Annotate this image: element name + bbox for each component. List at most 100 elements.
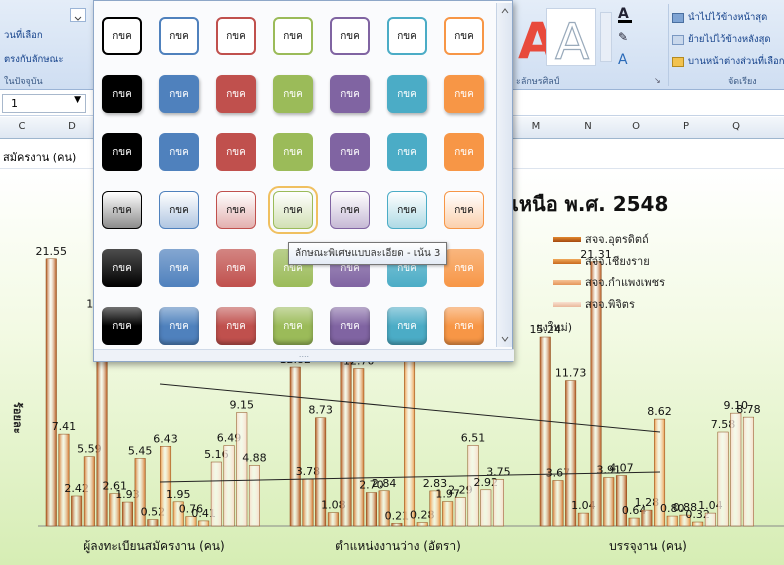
chart-title[interactable]: เหนือ พ.ศ. 2548 [512, 188, 668, 220]
swatch-label: กขค [169, 320, 189, 332]
shape-style-swatch[interactable]: กขค [268, 186, 318, 234]
shape-style-swatch[interactable]: กขค [330, 17, 370, 55]
shape-style-swatch[interactable]: กขค [216, 17, 256, 55]
wordart-gallery-scroll[interactable] [600, 12, 612, 62]
column-header-p[interactable]: P [676, 121, 696, 132]
shape-style-swatch[interactable]: กขค [273, 75, 313, 113]
shape-style-swatch[interactable]: กขค [273, 17, 313, 55]
text-outline-icon[interactable]: ✎ [618, 30, 628, 44]
name-box-dropdown-icon[interactable]: ▼ [74, 95, 81, 105]
shape-style-swatch[interactable]: กขค [444, 75, 484, 113]
swatch-label: กขค [397, 320, 417, 332]
chart-bar [628, 517, 640, 527]
shape-style-swatch[interactable]: กขค [444, 307, 484, 345]
swatch-label: กขค [283, 204, 303, 216]
shape-style-swatch[interactable]: กขค [273, 307, 313, 345]
shape-style-swatch[interactable]: กขค [216, 307, 256, 345]
chart-bar [45, 258, 57, 527]
swatch-label: กขค [283, 146, 303, 158]
chart-bar [480, 489, 492, 527]
swatch-label: กขค [226, 88, 246, 100]
dropdown-chevron-icon[interactable] [70, 8, 86, 22]
shape-style-swatch[interactable]: กขค [330, 133, 370, 171]
shape-style-swatch[interactable]: กขค [444, 191, 484, 229]
swatch-label: กขค [454, 30, 474, 42]
column-header-n[interactable]: N [578, 121, 598, 132]
swatch-label: กขค [226, 30, 246, 42]
swatch-label: กขค [169, 30, 189, 42]
chart-bar [717, 431, 729, 527]
selection-pane-button[interactable]: บานหน้าต่างส่วนที่เลือก [672, 54, 784, 69]
shape-style-swatch[interactable]: กขค [159, 133, 199, 171]
shape-style-swatch[interactable]: กขค [159, 17, 199, 55]
shape-style-swatch[interactable]: กขค [216, 249, 256, 287]
shape-style-swatch[interactable]: กขค [102, 17, 142, 55]
shape-style-swatch[interactable]: กขค [387, 307, 427, 345]
legend-item[interactable]: สจจ.พิจิตร [553, 295, 635, 313]
shape-style-swatch[interactable]: กขค [444, 17, 484, 55]
shape-style-swatch[interactable]: กขค [387, 133, 427, 171]
column-header-o[interactable]: O [626, 121, 646, 132]
data-label: 9.15 [230, 399, 255, 412]
swatch-label: กขค [397, 88, 417, 100]
swatch-label: กขค [112, 146, 132, 158]
shape-style-swatch[interactable]: กขค [216, 75, 256, 113]
shape-style-swatch[interactable]: กขค [387, 191, 427, 229]
wordart-outline-a-icon[interactable]: A [546, 8, 596, 72]
data-label: 8.62 [647, 405, 672, 418]
chart-bar [289, 366, 301, 527]
legend-item[interactable]: สจจ.อุตรดิตถ์ [553, 230, 649, 248]
shape-style-swatch[interactable]: กขค [444, 249, 484, 287]
shape-style-swatch[interactable]: กขค [387, 75, 427, 113]
shape-style-swatch[interactable]: กขค [444, 133, 484, 171]
gallery-resize-handle[interactable]: .... [94, 349, 514, 361]
dialog-launcher-icon[interactable]: ↘ [654, 76, 661, 85]
column-header-c[interactable]: C [12, 121, 32, 132]
column-header-m[interactable]: M [526, 121, 546, 132]
shape-style-swatch[interactable]: กขค [216, 133, 256, 171]
swatch-label: กขค [454, 88, 474, 100]
swatch-label: กขค [226, 320, 246, 332]
text-fill-icon[interactable]: A [618, 6, 632, 23]
column-header-q[interactable]: Q [726, 121, 746, 132]
bring-to-front-button[interactable]: นำไปไว้ข้างหน้าสุด [672, 10, 767, 25]
column-header-d[interactable]: D [62, 121, 82, 132]
shape-style-swatch[interactable]: กขค [216, 191, 256, 229]
shape-styles-gallery: กขค กขค กขค กขค กขค กขค กขค กขค กขค กขค กขค กขค กขคก… [93, 0, 514, 362]
shape-style-swatch[interactable]: กขค [102, 133, 142, 171]
swatch-label: กขค [454, 262, 474, 274]
gallery-scrollbar[interactable] [496, 3, 512, 347]
shape-style-swatch[interactable]: กขค [387, 17, 427, 55]
swatch-label: กขค [397, 146, 417, 158]
data-label: 2.84 [372, 477, 397, 490]
shape-style-swatch[interactable]: กขค [330, 191, 370, 229]
shape-style-swatch[interactable]: กขค [102, 191, 142, 229]
shape-style-swatch[interactable]: กขค [159, 249, 199, 287]
shape-style-swatch[interactable]: กขค [102, 249, 142, 287]
name-box[interactable]: 1 ▼ [2, 94, 86, 113]
shape-style-swatch[interactable]: กขค [159, 307, 199, 345]
shape-style-swatch[interactable]: กขค [102, 307, 142, 345]
shape-style-swatch[interactable]: กขค [330, 75, 370, 113]
text-effects-icon[interactable]: A [618, 52, 628, 68]
shape-style-swatch[interactable]: กขค [330, 307, 370, 345]
shape-style-swatch[interactable]: กขค [273, 133, 313, 171]
chart-bar [198, 520, 210, 527]
swatch-label: กขค [112, 88, 132, 100]
ribbon-item-selection[interactable]: วนที่เลือก [4, 28, 43, 43]
swatch-label: กขค [169, 204, 189, 216]
shape-style-swatch[interactable]: กขค [159, 191, 199, 229]
legend-item[interactable]: สจจ.เชียงราย [553, 252, 650, 270]
category-label: ตำแหน่งงานว่าง (อัตรา) [335, 539, 461, 553]
cell-text[interactable]: สมัครงาน (คน) [3, 148, 76, 166]
send-to-back-button[interactable]: ย้ายไปไว้ข้างหลังสุด [672, 32, 771, 47]
swatch-label: กขค [169, 88, 189, 100]
y-axis-label: ร้อยละ [11, 402, 24, 434]
shape-style-swatch[interactable]: กขค [102, 75, 142, 113]
chart-bar [742, 416, 754, 527]
chart-bar [577, 512, 589, 527]
category-label: ผู้ลงทะเบียนสมัครงาน (คน) [83, 539, 224, 554]
legend-item[interactable]: สจจ.กำแพงเพชร [553, 273, 665, 291]
shape-style-swatch[interactable]: กขค [159, 75, 199, 113]
ribbon-item-match-style[interactable]: ตรงกับลักษณะ [4, 52, 63, 67]
